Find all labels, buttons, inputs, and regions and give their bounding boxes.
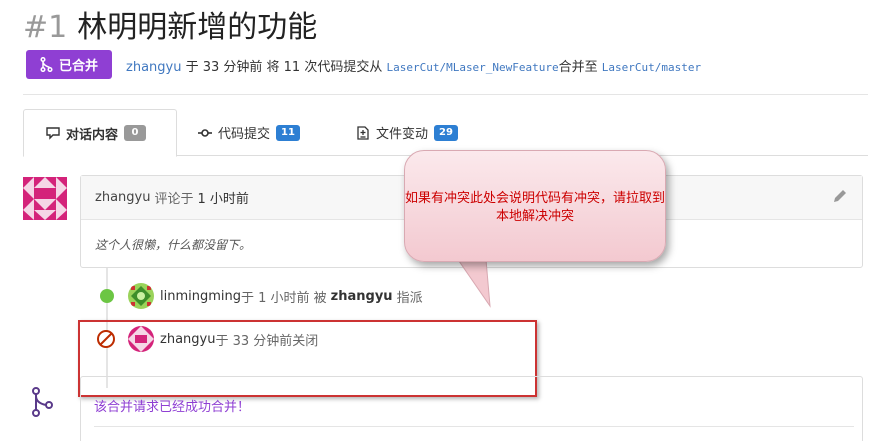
merge-word: 合并至 <box>558 60 602 75</box>
pr-tabs: 对话内容 0 代码提交 11 文件变动 29 <box>23 109 868 157</box>
tab-files[interactable]: 文件变动 29 <box>356 109 458 156</box>
tab-count: 0 <box>124 125 147 141</box>
tab-label: 文件变动 <box>376 127 429 142</box>
event-action: 指派 <box>396 290 423 306</box>
tab-label: 代码提交 <box>218 127 271 142</box>
target-branch[interactable]: LaserCut/master <box>602 61 701 74</box>
merged-status-label: 已合并 <box>58 59 98 74</box>
file-diff-icon <box>357 125 369 140</box>
event-by[interactable]: zhangyu <box>331 289 393 304</box>
tab-conversation[interactable]: 对话内容 0 <box>23 109 177 157</box>
pr-meta: zhangyu 于 33 分钟前 将 11 次代码提交从 LaserCut/ML… <box>126 56 701 75</box>
tab-label: 对话内容 <box>66 127 119 143</box>
pr-number: #1 <box>23 10 68 45</box>
divider <box>94 426 854 427</box>
tab-count: 29 <box>434 124 458 141</box>
avatar[interactable] <box>23 177 67 220</box>
pencil-icon[interactable] <box>832 188 848 204</box>
merge-icon <box>40 57 53 72</box>
tab-count: 11 <box>276 124 300 141</box>
event-user[interactable]: linmingming <box>160 289 241 304</box>
divider <box>23 94 868 95</box>
event-assign: linmingming 于 1 小时前 被 zhangyu 指派 <box>100 283 423 309</box>
comment-icon <box>46 127 60 140</box>
pr-title: #1 林明明新增的功能 <box>23 2 318 45</box>
pr-title-text: 林明明新增的功能 <box>77 10 318 45</box>
comment-time: 1 小时前 <box>197 192 249 207</box>
comment-action: 评论于 <box>154 192 194 207</box>
tab-commits[interactable]: 代码提交 11 <box>198 109 300 156</box>
merge-message: 该合并请求已经成功合并！ <box>94 400 251 415</box>
merged-status-badge: 已合并 <box>26 50 112 79</box>
commit-icon <box>198 128 212 137</box>
callout-text: 如果有冲突此处会说明代码有冲突，请拉取到本地解决冲突 <box>404 191 665 224</box>
avatar[interactable] <box>128 283 154 309</box>
merge-icon <box>32 387 53 417</box>
comment-author[interactable]: zhangyu <box>95 190 150 205</box>
event-dot-icon <box>100 289 114 303</box>
author-link[interactable]: zhangyu <box>126 60 181 75</box>
source-branch[interactable]: LaserCut/MLaser_NewFeature <box>386 61 558 74</box>
meta-mid: 于 33 分钟前 将 11 次代码提交从 <box>181 60 387 75</box>
event-mid: 于 1 小时前 被 <box>241 290 327 306</box>
